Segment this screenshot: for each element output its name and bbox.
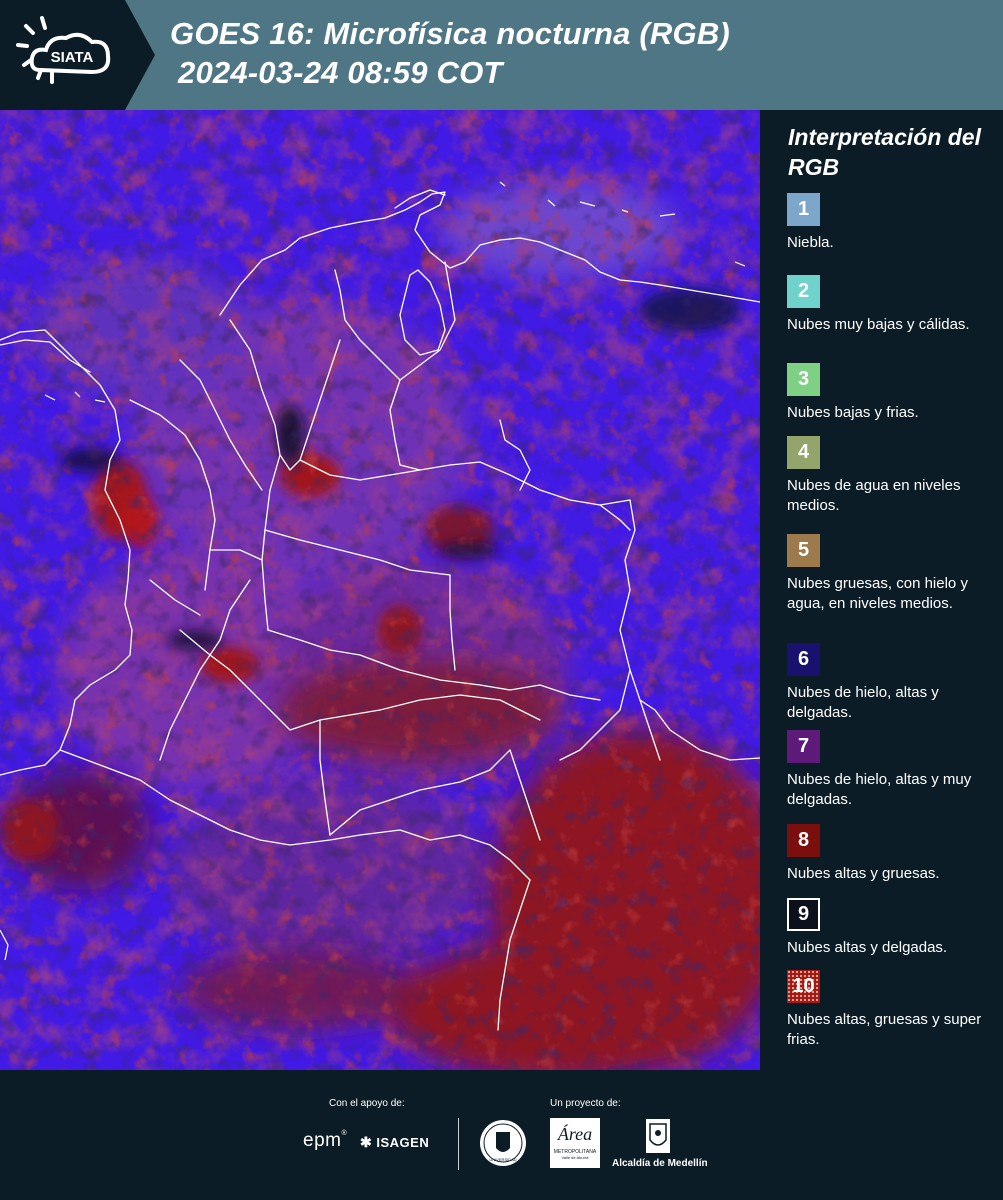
legend-swatch-7: 7 <box>787 730 820 763</box>
legend-item-7: 7 Nubes de hielo, altas y muy delgadas. <box>787 730 997 810</box>
epm-logo: epm® <box>303 1130 348 1151</box>
legend-item-4: 4 Nubes de agua en niveles medios. <box>787 436 997 516</box>
page-timestamp: 2024-03-24 08:59 COT <box>178 55 503 90</box>
legend-item-8: 8 Nubes altas y gruesas. <box>787 824 997 884</box>
legend-label-7: Nubes de hielo, altas y muy delgadas. <box>787 771 972 808</box>
legend-item-3: 3 Nubes bajas y frias. <box>787 363 997 423</box>
footer-divider <box>458 1118 459 1170</box>
legend-label-1: Niebla. <box>787 234 834 251</box>
legend-label-6: Nubes de hielo, altas y delgadas. <box>787 684 939 721</box>
epm-logo-text: epm <box>303 1130 342 1151</box>
page-title: GOES 16: Microfísica nocturna (RGB) <box>170 16 730 51</box>
support-label: Con el apoyo de: <box>329 1098 405 1109</box>
legend-swatch-6: 6 <box>787 643 820 676</box>
university-seal-text: UNIVERSIDAD <box>489 1157 516 1162</box>
legend-swatch-1: 1 <box>787 193 820 226</box>
siata-logo-text: SIATA <box>51 49 94 66</box>
legend-label-2: Nubes muy bajas y cálidas. <box>787 316 970 333</box>
legend-item-9: 9 Nubes altas y delgadas. <box>787 898 997 958</box>
project-label: Un proyecto de: <box>550 1098 621 1109</box>
legend-title: Interpretación del RGB <box>788 124 981 180</box>
legend-swatch-2: 2 <box>787 275 820 308</box>
isagen-logo-text: ISAGEN <box>376 1135 430 1150</box>
legend-panel: Interpretación del RGB 1 Niebla. 2 Nubes mu… <box>760 110 1003 1070</box>
legend-label-9: Nubes altas y delgadas. <box>787 939 948 956</box>
legend-swatch-8: 8 <box>787 824 820 857</box>
legend-label-5: Nubes gruesas, con hielo y agua, en nive… <box>787 575 968 612</box>
legend-item-6: 6 Nubes de hielo, altas y delgadas. <box>787 643 997 723</box>
satellite-map <box>0 110 760 1070</box>
legend-label-3: Nubes bajas y frias. <box>787 404 919 421</box>
legend-swatch-10: 10 <box>787 970 820 1003</box>
legend-swatch-4: 4 <box>787 436 820 469</box>
area-metropolitana-logo: Área METROPOLITANA Valle de Aburrá <box>550 1118 600 1168</box>
alcaldia-shield-icon <box>645 1118 671 1159</box>
legend-swatch-3: 3 <box>787 363 820 396</box>
legend-item-5: 5 Nubes gruesas, con hielo y agua, en niv… <box>787 534 997 614</box>
legend-item-2: 2 Nubes muy bajas y cálidas. <box>787 275 997 335</box>
footer: Con el apoyo de: Un proyecto de: epm® ✱ … <box>0 1070 1003 1200</box>
legend-label-4: Nubes de agua en niveles medios. <box>787 477 961 514</box>
university-seal-logo: UNIVERSIDAD <box>478 1118 528 1173</box>
area-logo-sub2: Valle de Aburrá <box>561 1155 589 1160</box>
alcaldia-label: Alcaldía de Medellín <box>612 1158 708 1169</box>
isagen-logo: ✱ ISAGEN <box>360 1134 430 1150</box>
header-bar: SIATA GOES 16: Microfísica nocturna (RGB… <box>0 0 1003 110</box>
legend-item-1: 1 Niebla. <box>787 193 997 253</box>
legend-swatch-5: 5 <box>787 534 820 567</box>
legend-swatch-9: 9 <box>787 898 820 931</box>
legend-item-10: 10 Nubes altas, gruesas y super frias. <box>787 970 997 1050</box>
legend-label-10: Nubes altas, gruesas y super frias. <box>787 1011 982 1048</box>
siata-logo: SIATA <box>0 0 155 110</box>
legend-label-8: Nubes altas y gruesas. <box>787 865 940 882</box>
area-logo-text: Área <box>557 1124 593 1144</box>
